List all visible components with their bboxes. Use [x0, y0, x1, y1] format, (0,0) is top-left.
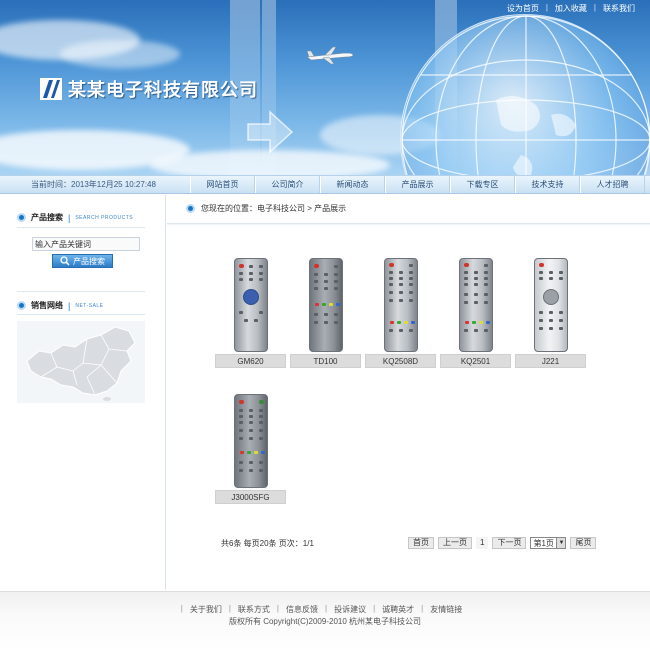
product-image[interactable] — [215, 390, 286, 490]
product-card[interactable]: KQ2508D — [365, 254, 436, 370]
nav-item-about[interactable]: 公司简介 — [255, 176, 320, 193]
company-name: 某某电子科技有限公司 — [68, 80, 258, 101]
footer-link-contact[interactable]: 联系方式 — [231, 604, 277, 615]
remote-control-icon — [233, 394, 268, 488]
chevron-down-icon: ▼ — [556, 538, 566, 548]
search-icon — [60, 256, 70, 266]
product-search-title: 产品搜索 | SEARCH PRODUCTS — [17, 212, 133, 223]
nav-item-careers[interactable]: 人才招聘 — [580, 176, 645, 193]
product-card[interactable]: GM620 — [215, 254, 286, 370]
nav-item-news[interactable]: 新闻动态 — [320, 176, 385, 193]
product-name[interactable]: J221 — [515, 354, 586, 368]
sales-network-title: 销售网络 | NET-SALE — [17, 300, 104, 311]
china-map-icon — [26, 326, 136, 401]
footer: | 关于我们 | 联系方式 | 信息反馈 | 投诉建议 | 诚聘英才 | 友情链… — [0, 591, 650, 651]
product-card[interactable]: KQ2501 — [440, 254, 511, 370]
product-image[interactable] — [215, 254, 286, 354]
product-search-button[interactable]: 产品搜索 — [52, 254, 113, 268]
sidebar: 产品搜索 | SEARCH PRODUCTS 产品搜索 销售网络 | NET-S… — [0, 195, 166, 590]
top-links: 设为首页 | 加入收藏 | 联系我们 — [500, 3, 642, 14]
arrow-graphic — [247, 110, 294, 154]
pagination-summary: 共6条 每页20条 页次：1/1 — [221, 539, 314, 548]
remote-control-icon — [458, 258, 493, 352]
china-map[interactable] — [17, 321, 145, 403]
remote-control-icon — [383, 258, 418, 352]
first-page-button[interactable]: 首页 — [408, 537, 434, 549]
footer-links: | 关于我们 | 联系方式 | 信息反馈 | 投诉建议 | 诚聘英才 | 友情链… — [0, 604, 650, 615]
globe-graphic — [400, 14, 650, 175]
product-name[interactable]: GM620 — [215, 354, 286, 368]
breadcrumb-text: 您现在的位置：电子科技公司 > 产品展示 — [201, 204, 347, 213]
header-banner: 设为首页 | 加入收藏 | 联系我们 某某电子科技有限公司 — [0, 0, 650, 175]
search-button-label: 产品搜索 — [73, 256, 105, 266]
remote-control-icon — [233, 258, 268, 352]
remote-control-icon — [533, 258, 568, 352]
contact-us-link[interactable]: 联系我们 — [596, 3, 642, 14]
footer-link-complaints[interactable]: 投诉建议 — [327, 604, 373, 615]
divider — [167, 223, 650, 226]
section-title: 产品搜索 — [31, 213, 63, 222]
product-card[interactable]: J221 — [515, 254, 586, 370]
current-page-number: 1 — [476, 537, 489, 549]
product-card[interactable]: J3000SFG — [215, 390, 286, 506]
bullet-icon — [17, 213, 26, 222]
divider: | — [68, 300, 71, 311]
cloud — [60, 40, 180, 68]
next-page-button[interactable]: 下一页 — [492, 537, 527, 549]
last-page-button[interactable]: 尾页 — [570, 537, 597, 549]
bullet-icon — [17, 301, 26, 310]
nav-item-products[interactable]: 产品展示 — [385, 176, 450, 193]
separator: | — [545, 3, 548, 12]
footer-link-jobs[interactable]: 诚聘英才 — [375, 604, 421, 615]
product-name[interactable]: KQ2501 — [440, 354, 511, 368]
product-name[interactable]: KQ2508D — [365, 354, 436, 368]
product-image[interactable] — [290, 254, 361, 354]
nav-item-downloads[interactable]: 下载专区 — [450, 176, 515, 193]
footer-link-feedback[interactable]: 信息反馈 — [279, 604, 325, 615]
product-image[interactable] — [515, 254, 586, 354]
product-name[interactable]: TD100 — [290, 354, 361, 368]
breadcrumb: 您现在的位置：电子科技公司 > 产品展示 — [186, 203, 346, 214]
set-homepage-link[interactable]: 设为首页 — [500, 3, 546, 14]
nav-item-home[interactable]: 网站首页 — [190, 176, 255, 193]
footer-link-friends[interactable]: 友情链接 — [423, 604, 469, 615]
nav-item-support[interactable]: 技术支持 — [515, 176, 580, 193]
company-logo[interactable]: 某某电子科技有限公司 — [40, 76, 258, 102]
product-search-input[interactable] — [32, 237, 140, 251]
divider — [17, 291, 145, 292]
divider — [17, 227, 145, 228]
product-name[interactable]: J3000SFG — [215, 490, 286, 504]
add-favorite-link[interactable]: 加入收藏 — [548, 3, 594, 14]
logo-mark-icon — [40, 78, 62, 100]
prev-page-button[interactable]: 上一页 — [438, 537, 472, 549]
product-card[interactable]: TD100 — [290, 254, 361, 370]
product-image[interactable] — [365, 254, 436, 354]
section-title: 销售网络 — [31, 301, 63, 310]
pagination: 首页 上一页 1 下一页 第1页 ▼ 尾页 — [408, 537, 597, 549]
section-subtitle: SEARCH PRODUCTS — [75, 214, 134, 221]
location-icon — [186, 204, 195, 213]
copyright: 版权所有 Copyright(C)2009-2010 杭州某电子科技公司 — [228, 617, 422, 626]
nav-menu: 网站首页 公司简介 新闻动态 产品展示 下载专区 技术支持 人才招聘 — [190, 176, 645, 193]
product-image[interactable] — [440, 254, 511, 354]
airplane-icon — [306, 46, 354, 65]
divider: | — [68, 212, 71, 223]
main-nav: 当前时间：2013年12月25 10:27:48 网站首页 公司简介 新闻动态 … — [0, 175, 650, 194]
current-time: 当前时间：2013年12月25 10:27:48 — [31, 180, 156, 189]
remote-control-icon — [308, 258, 343, 352]
divider — [17, 314, 145, 315]
page-select-value: 第1页 — [533, 538, 554, 548]
page-select[interactable]: 第1页 ▼ — [530, 537, 567, 549]
section-subtitle: NET-SALE — [75, 302, 104, 309]
separator: | — [593, 3, 596, 12]
footer-link-about[interactable]: 关于我们 — [183, 604, 229, 615]
